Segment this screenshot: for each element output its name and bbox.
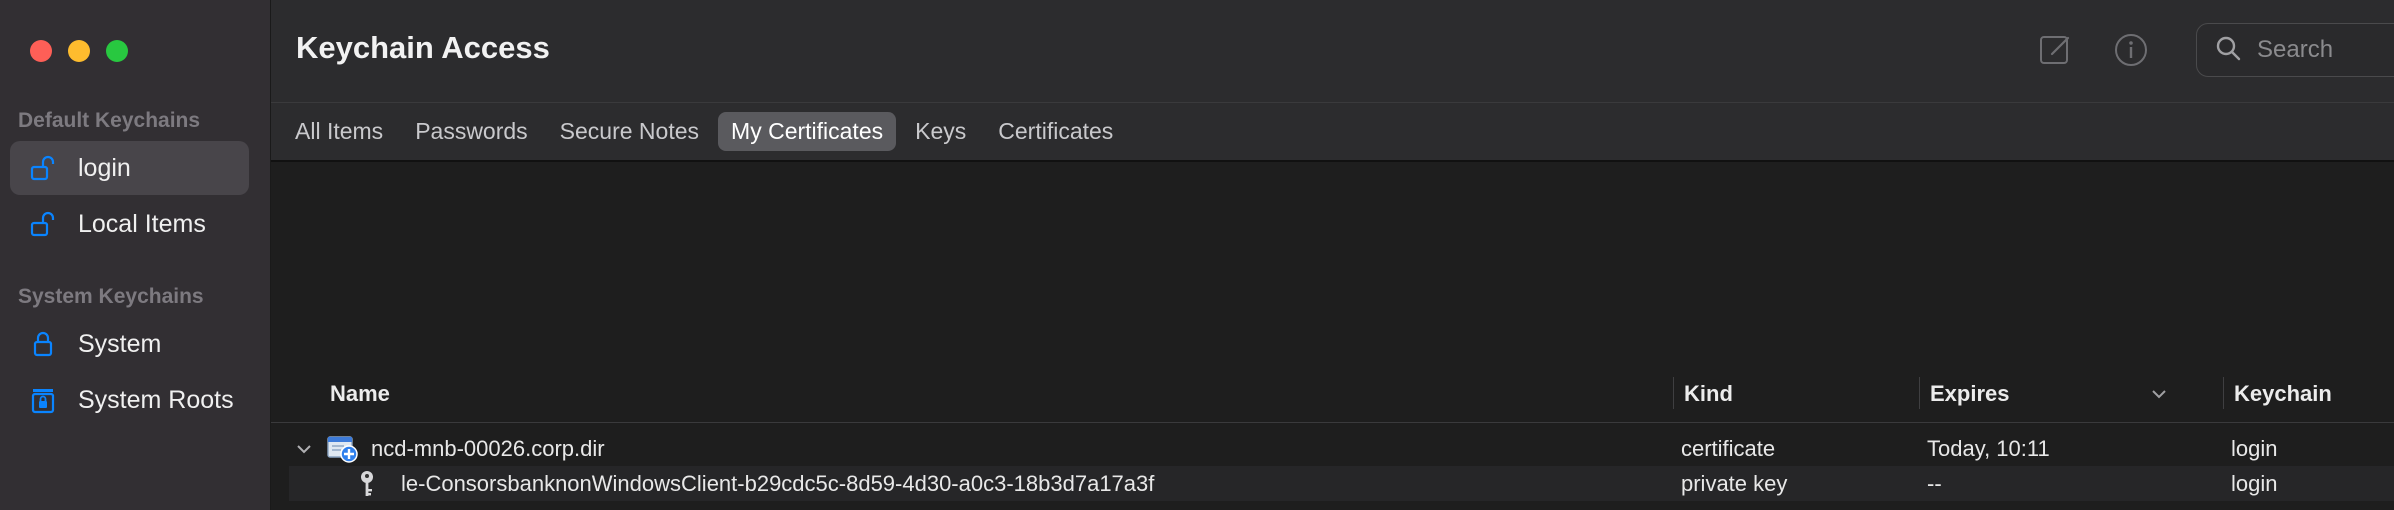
table-row[interactable]: le-ConsorsbanknonWindowsClient-b29cdc5c-… [289, 466, 2394, 501]
category-tabs: All Items Passwords Secure Notes My Cert… [271, 103, 2394, 162]
search-field[interactable] [2196, 23, 2394, 77]
sidebar-item-login[interactable]: login [10, 141, 249, 195]
table-row[interactable]: ncd-mnb-00026.corp.dir certificate Today… [271, 431, 2394, 466]
item-kind: private key [1681, 470, 1788, 496]
column-header-name[interactable]: Name [330, 365, 390, 422]
sidebar-item-label: login [78, 153, 131, 182]
sidebar-item-system-roots[interactable]: System Roots [10, 373, 249, 427]
sidebar-item-label: Local Items [78, 209, 206, 238]
close-button[interactable] [30, 40, 52, 62]
key-icon [357, 466, 377, 501]
main-pane: Keychain Access All Items Passwords Secu… [271, 0, 2394, 510]
detail-preview-area [271, 162, 2394, 365]
tab-keys[interactable]: Keys [902, 112, 979, 151]
tab-certificates[interactable]: Certificates [985, 112, 1126, 151]
tab-my-certificates[interactable]: My Certificates [718, 112, 897, 151]
column-header-expires[interactable]: Expires [1930, 365, 2010, 422]
tab-all-items[interactable]: All Items [282, 112, 396, 151]
sort-chevron-down-icon[interactable] [2149, 365, 2169, 422]
sidebar-item-local-items[interactable]: Local Items [10, 197, 249, 251]
info-icon[interactable] [2111, 30, 2151, 70]
window-controls [30, 40, 128, 62]
column-divider[interactable] [1919, 377, 1920, 409]
page-title: Keychain Access [296, 30, 550, 65]
sidebar-item-label: System [78, 329, 162, 358]
table-header: Name Kind Expires Keychain [271, 365, 2394, 423]
certificate-icon [326, 431, 358, 466]
item-keychain: login [2231, 470, 2278, 496]
zoom-button[interactable] [106, 40, 128, 62]
minimize-button[interactable] [68, 40, 90, 62]
item-name: ncd-mnb-00026.corp.dir [371, 435, 605, 461]
item-keychain: login [2231, 435, 2278, 461]
keychain-window: Default Keychains login Local Items Syst… [0, 0, 2394, 510]
sidebar-item-label: System Roots [78, 385, 234, 414]
unlock-icon [26, 207, 60, 241]
column-divider[interactable] [2223, 377, 2224, 409]
tab-passwords[interactable]: Passwords [402, 112, 540, 151]
section-system-keychains: System Keychains [18, 285, 204, 308]
new-item-icon[interactable] [2036, 30, 2076, 70]
item-name: le-ConsorsbanknonWindowsClient-b29cdc5c-… [401, 470, 1155, 496]
item-expires: Today, 10:11 [1927, 435, 2050, 461]
section-default-keychains: Default Keychains [18, 109, 201, 132]
toolbar: Keychain Access [271, 0, 2394, 103]
item-expires: -- [1927, 470, 1942, 496]
lock-icon [26, 327, 60, 361]
search-input[interactable] [2255, 35, 2394, 65]
unlock-icon [26, 151, 60, 185]
item-kind: certificate [1681, 435, 1776, 461]
sidebar: Default Keychains login Local Items Syst… [0, 0, 271, 510]
column-divider[interactable] [1673, 377, 1674, 409]
tab-secure-notes[interactable]: Secure Notes [547, 112, 712, 151]
cabinet-lock-icon [26, 383, 60, 417]
sidebar-item-system[interactable]: System [10, 317, 249, 371]
disclosure-chevron-icon[interactable] [295, 431, 313, 466]
column-header-keychain[interactable]: Keychain [2234, 365, 2332, 422]
column-header-kind[interactable]: Kind [1684, 365, 1733, 422]
search-icon [2215, 35, 2241, 66]
items-table: ncd-mnb-00026.corp.dir certificate Today… [271, 431, 2394, 501]
